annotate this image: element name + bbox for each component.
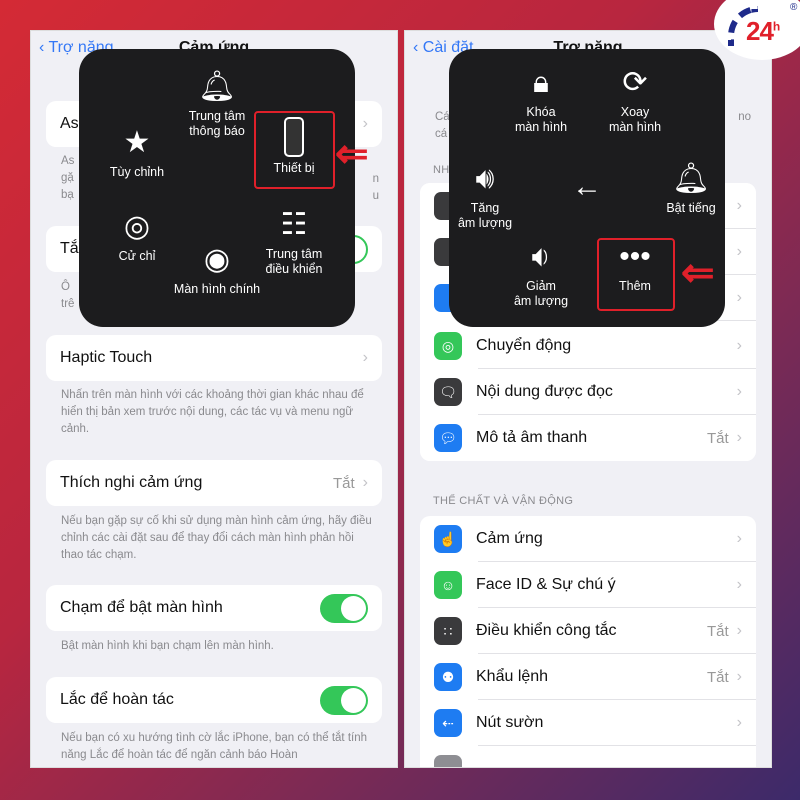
rotate-icon: ⟳ xyxy=(622,66,648,99)
haptic-touch-description: Nhấn trên màn hình với các khoảng thời g… xyxy=(61,389,364,435)
page-description-fragment: no xyxy=(738,111,751,123)
chevron-right-icon: › xyxy=(362,474,368,491)
section-header-physical-motor: THỂ CHẤT VÀ VẬN ĐỘNG xyxy=(433,495,574,507)
device-highlight-box xyxy=(254,111,335,189)
menu-unmute[interactable]: 🔔︎ Bật tiếng xyxy=(641,161,741,216)
star-icon: ★ xyxy=(123,126,151,159)
menu-volume-down[interactable]: 🔉︎ Giảm âm lượng xyxy=(491,239,591,309)
back-arrow[interactable]: ← xyxy=(537,169,637,209)
more-highlight-box xyxy=(597,238,675,311)
chevron-right-icon: › xyxy=(362,349,368,366)
right-screenshot: ‹ Cài đặt Trợ năng Cá cá no NH › › › ◎ Ch… xyxy=(404,30,772,768)
red-arrow-left-icon: ⇐ xyxy=(681,251,715,295)
touch-icon: ☝ xyxy=(434,525,462,553)
home-button-icon: ◉ xyxy=(203,243,231,276)
side-button-row[interactable]: ⇠ Nút sườn › xyxy=(420,700,756,746)
menu-lock-screen[interactable]: 🔒︎ Khóa màn hình xyxy=(491,65,591,135)
voice-control-icon: ⚉ xyxy=(434,663,462,691)
voice-control-row[interactable]: ⚉ Khẩu lệnh Tắt › xyxy=(420,654,756,700)
volume-down-icon: 🔉︎ xyxy=(531,240,551,273)
shake-to-undo-description: Nếu bạn có xu hướng tình cờ lắc iPhone, … xyxy=(61,732,368,761)
menu-volume-up[interactable]: 🔊︎ Tăng âm lượng xyxy=(435,161,535,231)
touch-row[interactable]: ☝ Cảm ứng › xyxy=(420,516,756,562)
spoken-content-row[interactable]: 🗨︎ Nội dung được đọc › xyxy=(420,369,756,415)
face-id-icon: ☺ xyxy=(434,571,462,599)
toggles-icon: ☷ xyxy=(280,208,308,241)
left-screenshot: ‹ Trợ năng Cảm ứng As › As gặ bạ n u Tắ Ô… xyxy=(30,30,398,768)
spoken-content-icon: 🗨︎ xyxy=(434,378,462,406)
menu-home[interactable]: ◉ Màn hình chính xyxy=(165,242,269,297)
partial-row[interactable] xyxy=(420,746,756,767)
chevron-right-icon: › xyxy=(362,115,368,132)
audio-description-icon: 💬︎ xyxy=(434,424,462,452)
tap-to-wake-description: Bật màn hình khi bạn chạm lên màn hình. xyxy=(61,640,274,652)
tap-to-wake-row[interactable]: Chạm để bật màn hình xyxy=(46,585,382,631)
row-description-fragment: u xyxy=(372,190,379,202)
shake-to-undo-row[interactable]: Lắc để hoàn tác xyxy=(46,677,382,723)
audio-descriptions-row[interactable]: 💬︎ Mô tả âm thanh Tắt › xyxy=(420,415,756,461)
motion-row[interactable]: ◎ Chuyển động › xyxy=(420,323,756,369)
switch-control-icon: ∷ xyxy=(434,617,462,645)
row-description-fragment: n xyxy=(372,173,379,185)
volume-up-icon: 🔊︎ xyxy=(475,162,495,195)
side-button-icon: ⇠ xyxy=(434,709,462,737)
bell-icon: 🔔︎ xyxy=(671,162,711,195)
face-id-row[interactable]: ☺ Face ID & Sự chú ý › xyxy=(420,562,756,608)
motion-icon: ◎ xyxy=(434,332,462,360)
tap-to-wake-toggle[interactable] xyxy=(320,593,368,623)
arrow-left-icon: ← xyxy=(572,170,602,203)
red-arrow-left-icon: ⇐ xyxy=(335,132,369,176)
lock-icon: 🔒︎ xyxy=(533,66,549,99)
touch-accommodations-row[interactable]: Thích nghi cảm ứng Tắt › xyxy=(46,460,382,506)
gesture-circle-icon: ◎ xyxy=(123,210,151,243)
menu-custom[interactable]: ★ Tùy chỉnh xyxy=(87,125,187,180)
menu-rotate-screen[interactable]: ⟳ Xoay màn hình xyxy=(585,65,685,135)
touch-accommodations-description: Nếu bạn gặp sự cố khi sử dụng màn hình c… xyxy=(61,515,372,561)
switch-control-row[interactable]: ∷ Điều khiển công tắc Tắt › xyxy=(420,608,756,654)
haptic-touch-row[interactable]: Haptic Touch › xyxy=(46,335,382,381)
bell-icon: 🔔︎ xyxy=(197,70,237,103)
shake-to-undo-toggle[interactable] xyxy=(320,685,368,715)
